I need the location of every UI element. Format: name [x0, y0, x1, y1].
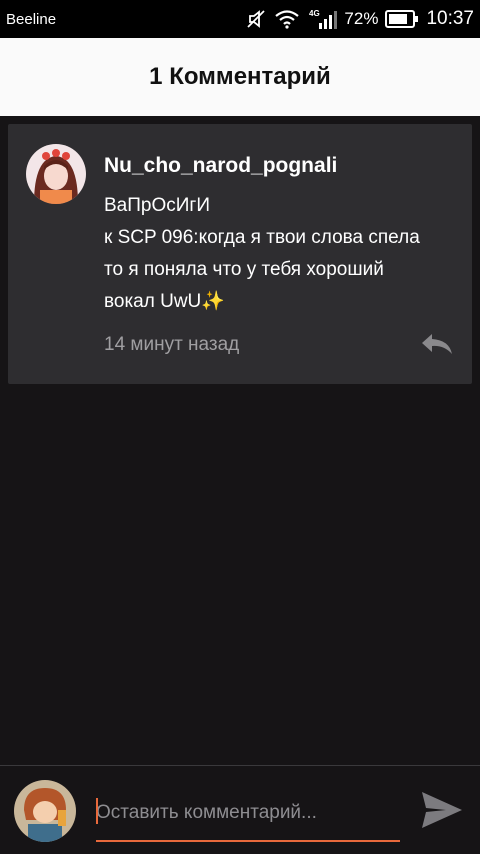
- comment-author-name[interactable]: Nu_cho_narod_pognali: [104, 154, 337, 178]
- comment-input-container[interactable]: [96, 788, 400, 842]
- comment-input[interactable]: [96, 788, 400, 838]
- send-button[interactable]: [420, 790, 464, 830]
- status-icons: 4G 72% 10:37: [245, 8, 474, 30]
- comment-card[interactable]: Nu_cho_narod_pognali ВаПрОсИгИ к SCP 096…: [8, 124, 472, 384]
- wifi-icon: [274, 9, 300, 29]
- comment-line: вокал UwU: [104, 291, 202, 312]
- comment-line-last: вокал UwU✨: [104, 286, 464, 318]
- comment-author-avatar[interactable]: [26, 144, 86, 204]
- send-icon: [422, 792, 462, 828]
- comment-timestamp: 14 минут назад: [104, 334, 240, 355]
- status-clock: 10:37: [426, 8, 474, 29]
- mute-icon: [245, 8, 267, 30]
- comment-line: ВаПрОсИгИ: [104, 195, 210, 216]
- comment-text: ВаПрОсИгИ к SCP 096:когда я твои слова с…: [104, 190, 464, 318]
- reply-icon[interactable]: [418, 330, 458, 358]
- sparkle-emoji: ✨: [201, 291, 225, 312]
- comments-header: 1 Комментарий: [0, 38, 480, 116]
- comment-line: к SCP 096:когда я твои слова спела: [104, 227, 420, 248]
- status-bar: Beeline 4G 72% 10:37: [0, 0, 480, 38]
- network-type-label: 4G: [309, 9, 320, 18]
- page-title: 1 Комментарий: [149, 63, 331, 90]
- cellular-signal-icon: 4G: [307, 8, 338, 30]
- user-avatar[interactable]: [14, 780, 76, 842]
- battery-icon: [385, 10, 419, 28]
- text-caret: [96, 798, 98, 824]
- battery-percent: 72%: [344, 9, 379, 28]
- carrier-name: Beeline: [6, 10, 57, 28]
- comment-line: то я поняла что у тебя хороший: [104, 259, 384, 280]
- compose-bar: [0, 765, 480, 854]
